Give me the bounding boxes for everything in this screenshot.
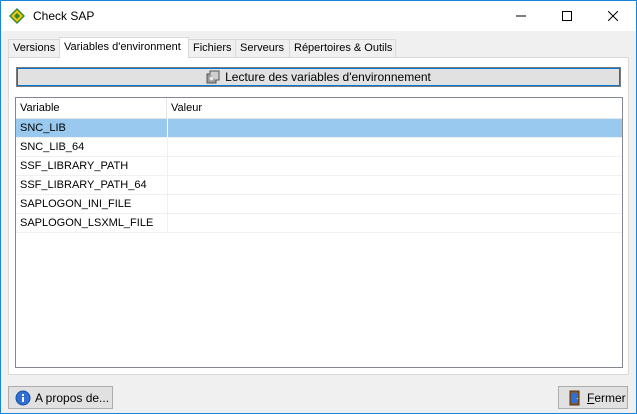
tab-strip: Versions Variables d'environment Fichier…: [8, 37, 628, 58]
maximize-button[interactable]: [544, 1, 590, 31]
tab-label: Serveurs: [240, 42, 285, 54]
value-cell: [167, 138, 622, 156]
tab-panel: Lecture des variables d'environnement Va…: [8, 57, 629, 375]
table-row[interactable]: SSF_LIBRARY_PATH_64: [16, 176, 622, 195]
minimize-icon: [516, 15, 526, 17]
tab-label: Versions: [13, 42, 56, 54]
list-rows: SNC_LIB SNC_LIB_64 SSF_LIBRARY_PATH SSF_…: [16, 119, 622, 233]
about-button[interactable]: A propos de...: [8, 386, 113, 409]
variable-cell: SAPLOGON_LSXML_FILE: [20, 217, 154, 229]
maximize-icon: [562, 11, 572, 21]
minimize-button[interactable]: [498, 1, 544, 31]
value-cell: [167, 195, 622, 213]
variable-cell: SSF_LIBRARY_PATH: [20, 160, 129, 172]
close-icon: [608, 11, 618, 21]
read-variables-button[interactable]: Lecture des variables d'environnement: [16, 67, 621, 87]
value-cell: [167, 214, 622, 232]
info-icon: [15, 390, 31, 405]
close-label-rest: ermer: [594, 390, 626, 405]
tab-label: Répertoires & Outils: [294, 42, 393, 54]
tab-fichiers[interactable]: Fichiers: [188, 39, 236, 57]
exit-door-icon: [569, 390, 580, 405]
tab-variables-environment[interactable]: Variables d'environment: [59, 37, 189, 58]
about-label: A propos de...: [35, 390, 110, 405]
main-window: Check SAP Versions Variables d'environme…: [0, 0, 637, 414]
variable-cell: SNC_LIB: [20, 122, 66, 134]
tab-label: Fichiers: [193, 42, 232, 54]
table-row[interactable]: SNC_LIB_64: [16, 138, 622, 157]
close-button[interactable]: Fermer: [558, 386, 628, 409]
value-cell: [167, 157, 622, 175]
value-cell: [167, 119, 622, 137]
tab-serveurs[interactable]: Serveurs: [235, 39, 290, 57]
sap-diamond-icon: [9, 8, 25, 24]
table-row[interactable]: SAPLOGON_INI_FILE: [16, 195, 622, 214]
tab-repertoires-outils[interactable]: Répertoires & Outils: [289, 39, 396, 57]
variables-list[interactable]: Variable Valeur SNC_LIB SNC_LIB_64 SSF_L…: [15, 97, 623, 368]
table-row[interactable]: SSF_LIBRARY_PATH: [16, 157, 622, 176]
read-env-icon: [206, 70, 220, 84]
table-row[interactable]: SNC_LIB: [16, 119, 622, 138]
title-bar[interactable]: Check SAP: [1, 1, 636, 31]
column-header-valeur[interactable]: Valeur: [167, 98, 622, 118]
table-row[interactable]: SAPLOGON_LSXML_FILE: [16, 214, 622, 233]
column-header-variable[interactable]: Variable: [16, 98, 167, 118]
list-header: Variable Valeur: [16, 98, 622, 119]
close-window-button[interactable]: [590, 1, 636, 31]
variable-cell: SAPLOGON_INI_FILE: [20, 198, 132, 210]
tab-label: Variables d'environment: [64, 41, 181, 53]
read-variables-label: Lecture des variables d'environnement: [225, 70, 431, 84]
value-cell: [167, 176, 622, 194]
variable-cell: SSF_LIBRARY_PATH_64: [20, 179, 147, 191]
close-label: Fermer: [587, 391, 626, 405]
window-title: Check SAP: [33, 9, 95, 23]
tab-versions[interactable]: Versions: [8, 39, 60, 57]
variable-cell: SNC_LIB_64: [20, 141, 85, 153]
